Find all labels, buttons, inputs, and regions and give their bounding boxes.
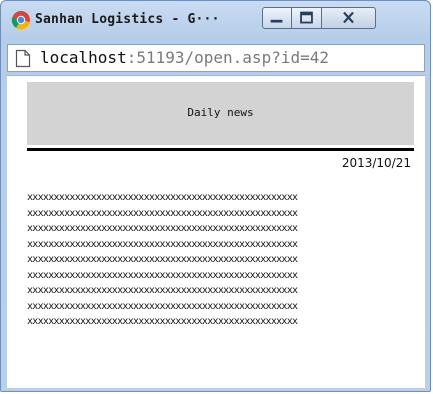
news-title: Daily news xyxy=(187,106,254,119)
body-line: xxxxxxxxxxxxxxxxxxxxxxxxxxxxxxxxxxxxxxxx… xyxy=(27,285,298,296)
window-title: Sanhan Logistics - G··· xyxy=(35,12,220,27)
url-path: :51193/open.asp?id=42 xyxy=(126,48,329,67)
header-divider xyxy=(27,148,414,151)
body-line: xxxxxxxxxxxxxxxxxxxxxxxxxxxxxxxxxxxxxxxx… xyxy=(27,207,298,219)
body-line: xxxxxxxxxxxxxxxxxxxxxxxxxxxxxxxxxxxxxxxx… xyxy=(27,254,298,265)
body-line: xxxxxxxxxxxxxxxxxxxxxxxxxxxxxxxxxxxxxxxx… xyxy=(27,269,298,281)
news-body: xxxxxxxxxxxxxxxxxxxxxxxxxxxxxxxxxxxxxxxx… xyxy=(27,190,298,330)
body-line: xxxxxxxxxxxxxxxxxxxxxxxxxxxxxxxxxxxxxxxx… xyxy=(27,300,298,312)
body-line: xxxxxxxxxxxxxxxxxxxxxxxxxxxxxxxxxxxxxxxx… xyxy=(27,238,298,250)
browser-window: Sanhan Logistics - G··· localhost:51193/… xyxy=(0,0,431,392)
maximize-icon xyxy=(300,11,313,24)
title-bar[interactable]: Sanhan Logistics - G··· xyxy=(1,1,430,41)
chrome-icon[interactable] xyxy=(11,10,31,30)
news-header: Daily news xyxy=(27,82,414,145)
page-viewport: Daily news 2013/10/21 xxxxxxxxxxxxxxxxxx… xyxy=(7,75,425,388)
url-text[interactable]: localhost:51193/open.asp?id=42 xyxy=(40,48,329,67)
minimize-button[interactable] xyxy=(262,7,292,29)
address-bar[interactable]: localhost:51193/open.asp?id=42 xyxy=(7,44,425,72)
body-line: xxxxxxxxxxxxxxxxxxxxxxxxxxxxxxxxxxxxxxxx… xyxy=(27,192,298,203)
news-date: 2013/10/21 xyxy=(341,156,411,170)
body-line: xxxxxxxxxxxxxxxxxxxxxxxxxxxxxxxxxxxxxxxx… xyxy=(27,223,298,234)
maximize-button[interactable] xyxy=(292,7,322,29)
close-icon xyxy=(343,11,354,24)
page-icon xyxy=(15,49,31,68)
url-host: localhost xyxy=(40,48,127,67)
close-button[interactable] xyxy=(322,7,376,29)
minimize-icon xyxy=(270,19,283,23)
body-line: xxxxxxxxxxxxxxxxxxxxxxxxxxxxxxxxxxxxxxxx… xyxy=(27,316,298,327)
